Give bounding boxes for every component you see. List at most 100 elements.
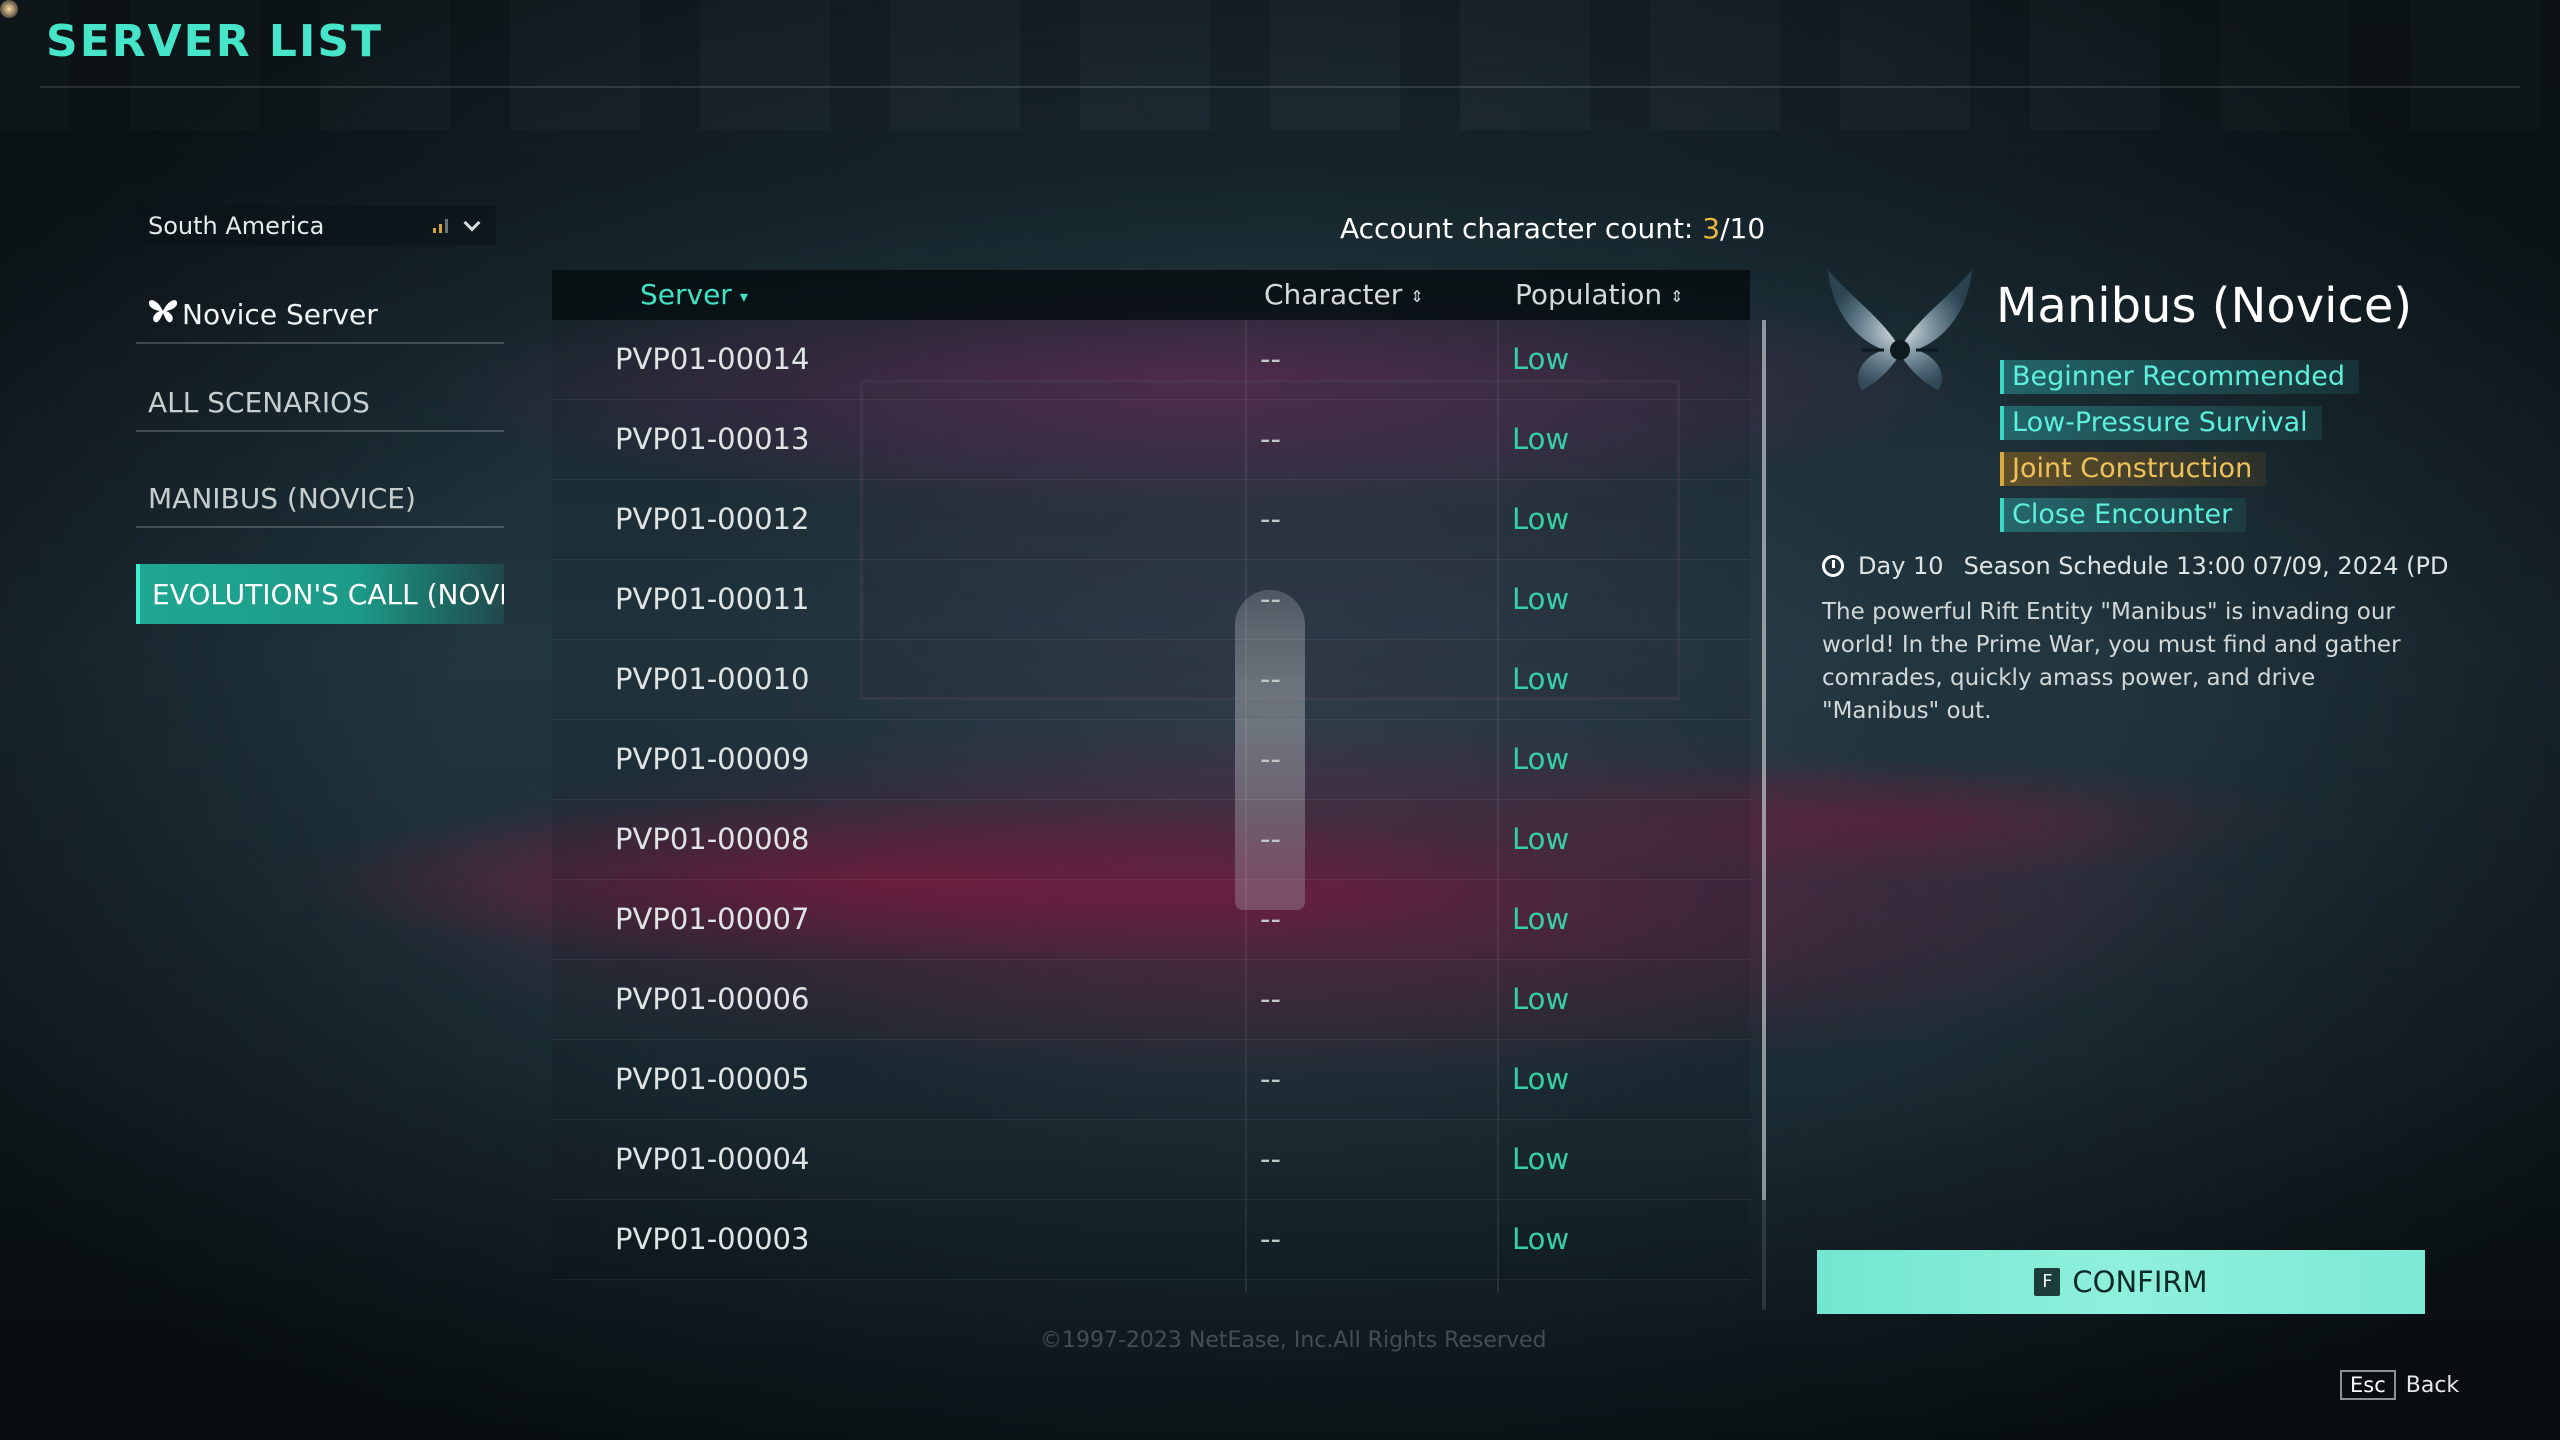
confirm-label: CONFIRM (2072, 1265, 2208, 1299)
account-character-count: Account character count: 3/10 (1340, 212, 1765, 245)
population-status: Low (1512, 662, 1570, 696)
season-schedule: Day 10 Season Schedule 13:00 07/09, 2024… (1822, 552, 2448, 580)
back-button[interactable]: Esc Back (2340, 1370, 2459, 1400)
table-row[interactable]: PVP01-00012 -- Low (552, 480, 1750, 560)
confirm-button[interactable]: F CONFIRM (1817, 1250, 2425, 1314)
character-count: -- (1260, 1062, 1281, 1096)
server-name: PVP01-00004 (615, 1142, 810, 1176)
server-name: PVP01-00006 (615, 982, 810, 1016)
season-day: Day 10 (1858, 552, 1944, 580)
corner-spark-icon (0, 0, 18, 18)
sidebar-item-label: ALL SCENARIOS (148, 385, 370, 419)
season-schedule-text: Season Schedule 13:00 07/09, 2024 (PD (1963, 552, 2449, 580)
character-count: -- (1260, 582, 1281, 616)
title-divider (40, 86, 2520, 88)
sidebar-item-evolutions-call[interactable]: EVOLUTION'S CALL (NOVI (136, 564, 504, 624)
server-name: PVP01-00009 (615, 742, 810, 776)
table-row[interactable]: PVP01-00010 -- Low (552, 640, 1750, 720)
character-count: -- (1260, 502, 1281, 536)
server-name: PVP01-00007 (615, 902, 810, 936)
sidebar-item-all-scenarios[interactable]: ALL SCENARIOS (136, 374, 504, 432)
character-count: -- (1260, 662, 1281, 696)
population-status: Low (1512, 342, 1570, 376)
server-name: PVP01-00003 (615, 1222, 810, 1256)
population-status: Low (1512, 902, 1570, 936)
character-count: -- (1260, 742, 1281, 776)
account-count-separator: / (1720, 212, 1730, 245)
column-header-label: Population (1515, 278, 1663, 311)
tag-low-pressure-survival: Low-Pressure Survival (2000, 406, 2322, 440)
table-header: Server ▾ Character ⇕ Population ⇕ (552, 270, 1750, 320)
server-name: PVP01-00010 (615, 662, 810, 696)
column-header-server[interactable]: Server ▾ (640, 278, 748, 311)
table-row[interactable]: PVP01-00014 -- Low (552, 320, 1750, 400)
region-label: South America (148, 212, 325, 240)
column-header-label: Character (1264, 278, 1403, 311)
table-row[interactable]: PVP01-00005 -- Low (552, 1040, 1750, 1120)
population-status: Low (1512, 502, 1570, 536)
table-row[interactable]: PVP01-00008 -- Low (552, 800, 1750, 880)
server-name: PVP01-00013 (615, 422, 810, 456)
tag-joint-construction: Joint Construction (2000, 452, 2267, 486)
butterfly-icon (148, 298, 178, 331)
copyright-text: ©1997-2023 NetEase, Inc.All Rights Reser… (1040, 1328, 1547, 1353)
server-table: Server ▾ Character ⇕ Population ⇕ PVP01-000… (552, 270, 1750, 1292)
sidebar-item-novice-server[interactable]: Novice Server (136, 286, 504, 344)
character-count: -- (1260, 1142, 1281, 1176)
character-count: -- (1260, 342, 1281, 376)
population-status: Low (1512, 822, 1570, 856)
server-name: PVP01-00005 (615, 1062, 810, 1096)
character-count: -- (1260, 422, 1281, 456)
population-status: Low (1512, 742, 1570, 776)
mode-title: Manibus (Novice) (1996, 278, 2413, 334)
character-count: -- (1260, 982, 1281, 1016)
column-header-population[interactable]: Population ⇕ (1515, 278, 1684, 311)
character-count: -- (1260, 822, 1281, 856)
manibus-emblem-icon (1822, 258, 1978, 398)
account-count-label: Account character count: (1340, 212, 1703, 245)
table-row[interactable]: PVP01-00011 -- Low (552, 560, 1750, 640)
back-label: Back (2405, 1372, 2460, 1398)
sidebar-item-label: Novice Server (182, 297, 378, 331)
population-status: Low (1512, 982, 1570, 1016)
chevron-down-icon (463, 214, 481, 232)
mode-description: The powerful Rift Entity "Manibus" is in… (1822, 599, 2401, 724)
table-body: PVP01-00014 -- Low PVP01-00013 -- Low PVP01-… (552, 320, 1750, 1280)
server-name: PVP01-00011 (615, 582, 810, 616)
column-header-character[interactable]: Character ⇕ (1264, 278, 1424, 311)
server-name: PVP01-00012 (615, 502, 810, 536)
population-status: Low (1512, 582, 1570, 616)
table-row[interactable]: PVP01-00007 -- Low (552, 880, 1750, 960)
keybind-f: F (2034, 1268, 2061, 1296)
column-header-label: Server (640, 278, 732, 311)
sidebar-item-label: EVOLUTION'S CALL (NOVI (152, 577, 504, 611)
population-status: Low (1512, 422, 1570, 456)
server-name: PVP01-00008 (615, 822, 810, 856)
page-title: SERVER LIST (46, 16, 384, 67)
table-row[interactable]: PVP01-00003 -- Low (552, 1200, 1750, 1280)
tag-beginner-recommended: Beginner Recommended (2000, 360, 2360, 394)
signal-strength-icon (433, 219, 448, 233)
server-name: PVP01-00014 (615, 342, 810, 376)
tag-close-encounter: Close Encounter (2000, 498, 2247, 532)
region-dropdown[interactable]: South America (136, 206, 496, 246)
keybind-esc: Esc (2340, 1370, 2396, 1400)
sort-desc-icon: ▾ (739, 286, 748, 306)
table-row[interactable]: PVP01-00009 -- Low (552, 720, 1750, 800)
scrollbar-thumb[interactable] (1762, 320, 1766, 1200)
table-row[interactable]: PVP01-00013 -- Low (552, 400, 1750, 480)
table-row[interactable]: PVP01-00006 -- Low (552, 960, 1750, 1040)
character-count: -- (1260, 1222, 1281, 1256)
account-count-max: 10 (1729, 212, 1766, 245)
population-status: Low (1512, 1222, 1570, 1256)
sort-toggle-icon: ⇕ (1670, 286, 1684, 306)
account-count-current: 3 (1702, 212, 1721, 245)
stopwatch-icon (1822, 555, 1844, 577)
sidebar-item-label: MANIBUS (NOVICE) (148, 481, 416, 515)
table-row[interactable]: PVP01-00004 -- Low (552, 1120, 1750, 1200)
character-count: -- (1260, 902, 1281, 936)
population-status: Low (1512, 1062, 1570, 1096)
sidebar-item-manibus-novice[interactable]: MANIBUS (NOVICE) (136, 470, 504, 528)
population-status: Low (1512, 1142, 1570, 1176)
sort-toggle-icon: ⇕ (1410, 286, 1424, 306)
